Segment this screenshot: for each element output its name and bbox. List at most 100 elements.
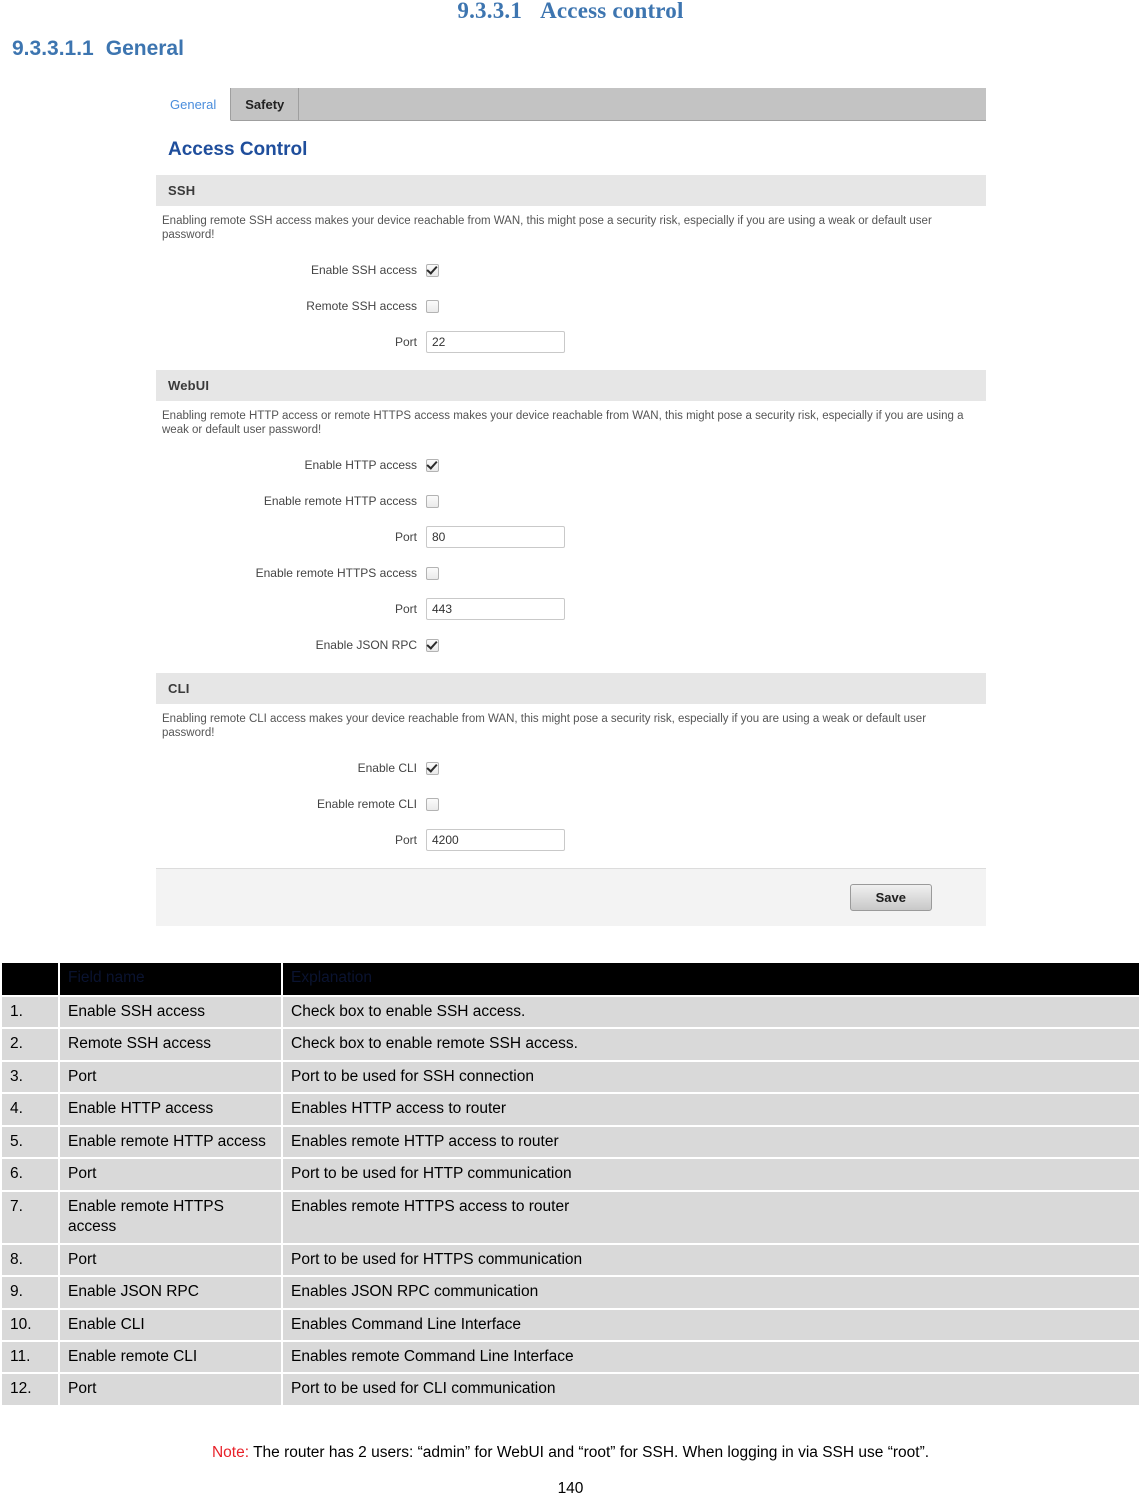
cell-field: Port: [60, 1159, 281, 1190]
cell-index: 6.: [2, 1159, 58, 1190]
field-control: [426, 829, 986, 852]
heading-number: 9.3.3.1: [457, 0, 523, 23]
table-row: 11. Enable remote CLI Enables remote Comma…: [2, 1341, 1139, 1373]
panel-footer: Save: [156, 868, 986, 927]
cell-index: 1.: [2, 997, 58, 1028]
cell-index: 7.: [2, 1191, 58, 1243]
note-text: The router has 2 users: “admin” for WebU…: [253, 1444, 930, 1461]
checkbox-remote-ssh-access[interactable]: [426, 299, 439, 313]
table-row: 2. Remote SSH access Check box to enable r…: [2, 1029, 1139, 1060]
form-row: Port: [156, 591, 986, 627]
field-label: Port: [394, 833, 417, 848]
panel-title: Access Control: [168, 139, 308, 160]
field-label: Port: [394, 530, 417, 545]
field-label: Port: [394, 602, 417, 617]
field-label: Enable remote HTTP access: [263, 494, 417, 509]
cell-index: 9.: [2, 1277, 58, 1308]
table-row: 1. Enable SSH access Check box to enable S…: [2, 997, 1139, 1028]
field-label: Enable remote HTTPS access: [255, 566, 417, 581]
field-label: Enable CLI: [357, 761, 417, 776]
form-row: Enable remote HTTPS access: [156, 555, 986, 591]
column-header-index: [2, 963, 58, 995]
table-row: 5. Enable remote HTTP access Enables remot…: [2, 1126, 1139, 1158]
table-row: 6. Port Port to be used for HTTP communica…: [2, 1159, 1139, 1190]
tab-safety[interactable]: Safety: [231, 88, 300, 120]
column-header-field-name: Field name: [60, 963, 281, 995]
form-row: Port: [156, 519, 986, 555]
form-row: Remote SSH access: [156, 288, 986, 324]
field-label: Enable HTTP access: [304, 458, 418, 473]
save-button[interactable]: Save: [849, 884, 932, 912]
table-row: 12. Port Port to be used for CLI communica…: [2, 1374, 1139, 1405]
port-input[interactable]: [426, 829, 565, 852]
cell-explanation: Enables remote HTTPS access to router: [283, 1191, 1139, 1243]
page-number: 140: [557, 1480, 584, 1497]
checkbox-enable-remote-https-access[interactable]: [426, 566, 439, 580]
cell-field: Enable JSON RPC: [60, 1277, 281, 1308]
form-row: Enable JSON RPC: [156, 627, 986, 663]
tab-general[interactable]: General: [156, 88, 232, 121]
checkbox-enable-http-access[interactable]: [426, 458, 439, 472]
field-control: [426, 299, 986, 313]
cell-field: Port: [60, 1244, 281, 1276]
checkbox-enable-remote-cli[interactable]: [426, 797, 439, 811]
explanation-table: Field name Explanation 1. Enable SSH acce…: [0, 961, 1141, 1407]
section-warning-text: Enabling remote HTTP access or remote HT…: [162, 410, 964, 437]
cell-index: 10.: [2, 1309, 58, 1340]
section-warning-text: Enabling remote CLI access makes your de…: [162, 713, 927, 740]
form-row: Port: [156, 324, 986, 360]
tab-bar: General Safety: [156, 88, 986, 121]
field-label: Enable JSON RPC: [315, 638, 417, 653]
cell-index: 2.: [2, 1029, 58, 1060]
port-input[interactable]: [426, 331, 565, 354]
port-input[interactable]: [426, 526, 565, 549]
cell-explanation: Port to be used for CLI communication: [283, 1374, 1139, 1405]
section-heading-cli: CLI: [156, 673, 986, 705]
cell-explanation: Enables remote Command Line Interface: [283, 1341, 1139, 1373]
webui-screenshot: General Safety Access Control SSH Enabling…: [156, 88, 986, 927]
field-control: [426, 638, 986, 652]
cell-field: Enable HTTP access: [60, 1094, 281, 1125]
field-label: Remote SSH access: [306, 299, 417, 314]
checkbox-enable-ssh-access[interactable]: [426, 263, 439, 277]
cell-explanation: Port to be used for SSH connection: [283, 1061, 1139, 1093]
form-row: Enable HTTP access: [156, 447, 986, 483]
table-row: 10. Enable CLI Enables Command Line Interf…: [2, 1309, 1139, 1340]
table-row: 9. Enable JSON RPC Enables JSON RPC commun…: [2, 1277, 1139, 1308]
table-row: 7. Enable remote HTTPS access Enables remo…: [2, 1191, 1139, 1243]
cell-index: 12.: [2, 1374, 58, 1405]
checkbox-enable-json-rpc[interactable]: [426, 638, 439, 652]
section-heading-webui: WebUI: [156, 370, 986, 402]
cell-explanation: Port to be used for HTTP communication: [283, 1159, 1139, 1190]
field-label: Enable SSH access: [310, 263, 417, 278]
cell-field: Port: [60, 1061, 281, 1093]
cell-explanation: Enables HTTP access to router: [283, 1094, 1139, 1125]
form-row: Port: [156, 822, 986, 858]
heading-text: Access control: [540, 0, 684, 23]
field-control: [426, 566, 986, 580]
cell-field: Enable remote HTTPS access: [60, 1191, 281, 1243]
cell-index: 11.: [2, 1341, 58, 1373]
field-control: [426, 263, 986, 277]
cell-explanation: Enables remote HTTP access to router: [283, 1126, 1139, 1158]
subheading-number: 9.3.3.1.1: [12, 37, 94, 60]
cell-explanation: Check box to enable remote SSH access.: [283, 1029, 1139, 1060]
form-row: Enable remote HTTP access: [156, 483, 986, 519]
checkbox-enable-remote-http-access[interactable]: [426, 494, 439, 508]
cell-field: Port: [60, 1374, 281, 1405]
cell-field: Enable CLI: [60, 1309, 281, 1340]
cell-explanation: Enables Command Line Interface: [283, 1309, 1139, 1340]
cell-index: 3.: [2, 1061, 58, 1093]
field-control: [426, 526, 986, 549]
field-control: [426, 761, 986, 775]
field-label: Enable remote CLI: [316, 797, 417, 812]
port-input[interactable]: [426, 598, 565, 621]
checkbox-enable-cli[interactable]: [426, 761, 439, 775]
form-row: Enable CLI: [156, 750, 986, 786]
field-control: [426, 458, 986, 472]
form-rows: Enable CLI Enable remote CLI Port: [156, 744, 986, 868]
cell-index: 4.: [2, 1094, 58, 1125]
page-title: 9.3.3.1 Access control: [0, 0, 1141, 24]
section-heading-ssh: SSH: [156, 175, 986, 206]
cell-field: Enable remote HTTP access: [60, 1126, 281, 1158]
